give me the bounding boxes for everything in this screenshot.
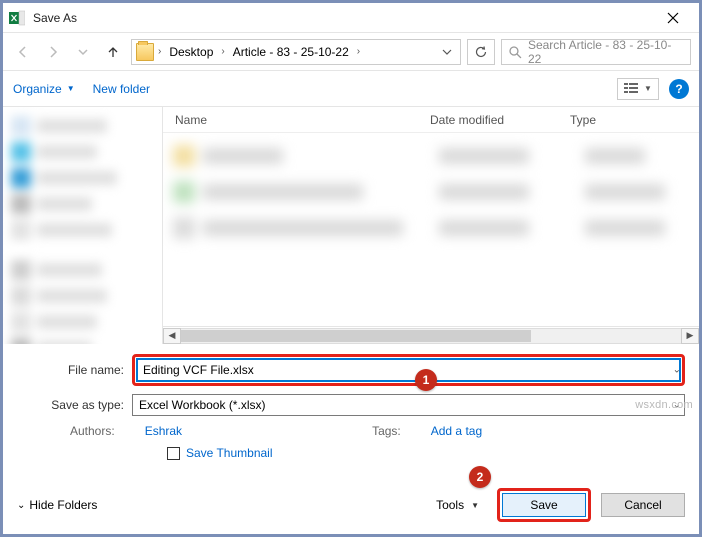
file-list[interactable]	[163, 133, 699, 326]
view-options-button[interactable]: ▼	[617, 78, 659, 100]
watermark: wsxdn.com	[635, 399, 693, 411]
navigation-sidebar[interactable]	[3, 107, 163, 344]
column-header-type[interactable]: Type	[570, 113, 687, 127]
breadcrumb-article[interactable]: Article - 83 - 25-10-22	[229, 43, 353, 61]
authors-label: Authors:	[70, 424, 115, 438]
new-folder-button[interactable]: New folder	[93, 82, 150, 96]
scroll-thumb[interactable]	[181, 330, 531, 342]
tools-menu[interactable]: Tools	[436, 498, 479, 512]
file-name-input[interactable]	[136, 358, 681, 382]
refresh-button[interactable]	[467, 39, 495, 65]
tags-value[interactable]: Add a tag	[431, 424, 482, 438]
annotation-badge-1: 1	[415, 369, 437, 391]
save-button[interactable]: Save	[502, 493, 586, 517]
cancel-button[interactable]: Cancel	[601, 493, 685, 517]
scroll-track[interactable]	[181, 328, 681, 344]
close-button[interactable]	[653, 4, 693, 32]
annotation-badge-2: 2	[469, 466, 491, 488]
title-bar: Save As	[3, 3, 699, 33]
address-bar[interactable]: › Desktop › Article - 83 - 25-10-22 ›	[131, 39, 461, 65]
chevron-down-icon: ▼	[644, 84, 652, 93]
nav-bar: › Desktop › Article - 83 - 25-10-22 › Se…	[3, 33, 699, 71]
help-button[interactable]: ?	[669, 79, 689, 99]
hide-folders-label: Hide Folders	[29, 498, 97, 512]
dialog-footer: ⌄ Hide Folders Tools Save Cancel	[3, 488, 699, 534]
chevron-right-icon[interactable]: ›	[219, 46, 226, 57]
column-header-name[interactable]: Name	[175, 113, 430, 127]
chevron-down-icon: ⌄	[17, 500, 25, 511]
save-button-label: Save	[530, 498, 557, 512]
column-headers: Name Date modified Type	[163, 107, 699, 133]
back-button[interactable]	[11, 40, 35, 64]
save-as-dialog: Save As › Desktop › Article - 83 - 25-10…	[0, 0, 702, 537]
search-placeholder: Search Article - 83 - 25-10-22	[528, 38, 684, 66]
tags-label: Tags:	[372, 424, 401, 438]
tools-label: Tools	[436, 498, 464, 512]
chevron-right-icon[interactable]: ›	[355, 46, 362, 57]
chevron-right-icon[interactable]: ›	[156, 46, 163, 57]
save-as-type-label: Save as type:	[17, 398, 132, 412]
breadcrumb-desktop[interactable]: Desktop	[165, 43, 217, 61]
address-dropdown[interactable]	[438, 43, 456, 61]
search-input[interactable]: Search Article - 83 - 25-10-22	[501, 39, 691, 65]
folder-icon	[136, 43, 154, 61]
scroll-left-button[interactable]: ◀	[163, 328, 181, 344]
window-title: Save As	[33, 11, 653, 25]
search-icon	[508, 45, 522, 59]
cancel-button-label: Cancel	[624, 498, 661, 512]
organize-menu[interactable]: Organize	[13, 82, 75, 96]
excel-icon	[9, 10, 25, 26]
view-list-icon	[624, 83, 638, 95]
save-thumbnail-checkbox[interactable]	[167, 447, 180, 460]
recent-button[interactable]	[71, 40, 95, 64]
file-name-label: File name:	[17, 363, 132, 377]
forward-button[interactable]	[41, 40, 65, 64]
save-thumbnail-label[interactable]: Save Thumbnail	[186, 446, 273, 460]
save-as-type-select[interactable]	[132, 394, 685, 416]
scroll-right-button[interactable]: ▶	[681, 328, 699, 344]
form-area: File name: ⌄ Save as type: ⌄ Authors: Es…	[3, 344, 699, 488]
horizontal-scrollbar[interactable]: ◀ ▶	[163, 326, 699, 344]
hide-folders-button[interactable]: ⌄ Hide Folders	[17, 498, 97, 512]
file-list-pane: Name Date modified Type ◀ ▶	[163, 107, 699, 344]
up-button[interactable]	[101, 40, 125, 64]
main-pane: Name Date modified Type ◀ ▶	[3, 107, 699, 344]
column-header-date[interactable]: Date modified	[430, 113, 570, 127]
toolbar: Organize New folder ▼ ?	[3, 71, 699, 107]
authors-value[interactable]: Eshrak	[145, 424, 182, 438]
